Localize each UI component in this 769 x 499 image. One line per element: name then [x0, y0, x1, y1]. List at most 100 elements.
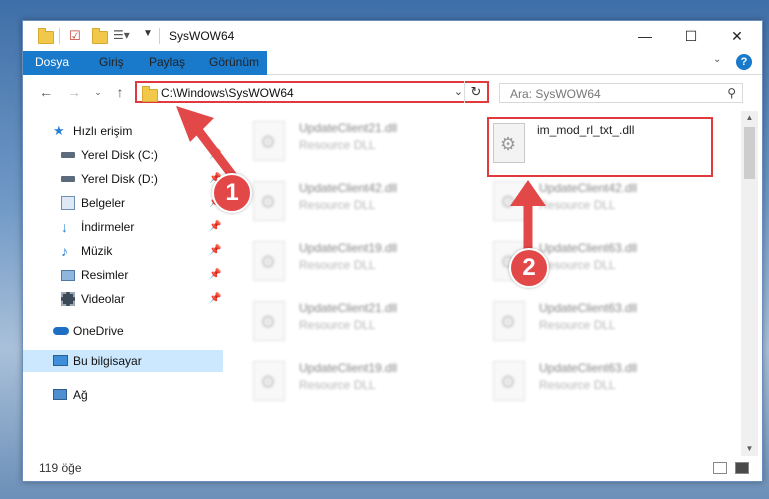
dll-file-icon — [253, 301, 285, 341]
nav-item-label: İndirmeler — [81, 220, 135, 234]
file-name: UpdateClient19.dll — [299, 361, 398, 375]
dll-file-icon — [253, 241, 285, 281]
nav-item-onedrive[interactable]: OneDrive — [23, 320, 223, 342]
target-file-item[interactable]: im_mod_rl_txt_.dll — [487, 117, 713, 177]
tab-share[interactable]: Paylaş — [139, 51, 195, 74]
search-placeholder: Ara: SysWOW64 — [510, 87, 601, 101]
scroll-up-icon[interactable]: ▲ — [741, 111, 758, 125]
large-icons-view-icon[interactable] — [735, 462, 749, 474]
file-type: Resource DLL — [299, 318, 376, 332]
file-name: UpdateClient19.dll — [299, 241, 398, 255]
title-bar: ☑ ☰▾ ▼ SysWOW64 — ☐ ✕ — [23, 21, 762, 51]
scroll-thumb[interactable] — [744, 127, 755, 179]
nav-item-downloads[interactable]: ↓ İndirmeler 📌 — [23, 216, 223, 238]
nav-item-label: OneDrive — [73, 324, 124, 338]
refresh-button[interactable]: ↻ — [464, 81, 487, 103]
file-name: UpdateClient21.dll — [299, 301, 398, 315]
close-button[interactable]: ✕ — [714, 21, 760, 51]
documents-icon — [61, 196, 75, 210]
nav-item-videos[interactable]: Videolar 📌 — [23, 288, 223, 310]
file-type: Resource DLL — [299, 198, 376, 212]
vertical-scrollbar[interactable]: ▲ ▼ — [741, 111, 758, 456]
file-type: Resource DLL — [539, 378, 616, 392]
scroll-down-icon[interactable]: ▼ — [741, 442, 758, 456]
file-list: UpdateClient21.dll Resource DLL UpdateCl… — [223, 111, 741, 456]
tab-home[interactable]: Giriş — [89, 51, 134, 74]
maximize-button[interactable]: ☐ — [668, 21, 714, 51]
back-button[interactable]: ← — [37, 83, 55, 101]
file-item[interactable]: UpdateClient42.dll Resource DLL — [247, 177, 467, 229]
step-badge-2: 2 — [509, 248, 549, 288]
network-icon — [53, 389, 67, 400]
address-row: ← → ⌄ ↑ C:\Windows\SysWOW64 ⌄ ↻ Ara: Sys… — [23, 75, 762, 111]
cloud-icon — [53, 327, 69, 335]
nav-item-pictures[interactable]: Resimler 📌 — [23, 264, 223, 286]
dll-file-icon — [493, 361, 525, 401]
nav-item-label: Yerel Disk (C:) — [81, 148, 158, 162]
help-icon[interactable]: ? — [736, 54, 752, 70]
nav-item-label: Yerel Disk (D:) — [81, 172, 158, 186]
nav-item-music[interactable]: ♪ Müzik 📌 — [23, 240, 223, 262]
explorer-window: ☑ ☰▾ ▼ SysWOW64 — ☐ ✕ Dosya Giriş Paylaş… — [22, 20, 763, 482]
step-badge-1: 1 — [212, 173, 252, 213]
nav-item-this-pc[interactable]: Bu bilgisayar — [23, 350, 223, 372]
dll-file-icon — [493, 123, 525, 163]
divider — [159, 28, 160, 44]
drive-icon — [61, 152, 75, 158]
nav-item-label: Videolar — [81, 292, 125, 306]
star-icon: ★ — [53, 123, 65, 138]
dll-file-icon — [253, 361, 285, 401]
search-input[interactable]: Ara: SysWOW64 ⚲ — [499, 83, 743, 103]
file-item[interactable]: UpdateClient21.dll Resource DLL — [247, 117, 467, 169]
videos-icon — [61, 292, 75, 306]
recent-locations-button[interactable]: ⌄ — [89, 83, 107, 101]
chevron-down-icon[interactable]: ▼ — [143, 28, 159, 44]
tab-view[interactable]: Görünüm — [199, 51, 269, 74]
nav-item-label: Hızlı erişim — [73, 124, 133, 138]
pin-icon[interactable]: 📌 — [209, 240, 221, 262]
nav-item-label: Bu bilgisayar — [73, 354, 142, 368]
item-count: 119 öğe — [39, 461, 82, 475]
file-item[interactable]: UpdateClient19.dll Resource DLL — [247, 357, 467, 409]
file-type: Resource DLL — [299, 378, 376, 392]
download-icon: ↓ — [61, 219, 68, 235]
pin-icon[interactable]: 📌 — [209, 216, 221, 238]
file-type: Resource DLL — [539, 318, 616, 332]
status-bar: 119 öğe — [23, 456, 762, 481]
divider — [59, 28, 60, 44]
file-item[interactable]: UpdateClient63.dll Resource DLL — [487, 357, 707, 409]
nav-item-network[interactable]: Ağ — [23, 384, 223, 406]
nav-item-label: Müzik — [81, 244, 113, 258]
folder-icon — [37, 28, 54, 44]
file-item[interactable]: UpdateClient19.dll Resource DLL — [247, 237, 467, 289]
file-type: Resource DLL — [299, 258, 376, 272]
customize-toolbar-icon[interactable]: ☰▾ — [113, 28, 130, 44]
chevron-down-icon[interactable]: ⌄ — [454, 85, 463, 98]
minimize-button[interactable]: — — [622, 21, 668, 51]
nav-item-label: Belgeler — [81, 196, 126, 210]
drive-icon — [61, 176, 75, 182]
new-folder-icon[interactable] — [91, 28, 108, 44]
window-title: SysWOW64 — [169, 29, 235, 43]
file-name: UpdateClient63.dll — [539, 361, 638, 375]
file-item[interactable]: UpdateClient63.dll Resource DLL — [487, 297, 707, 349]
music-icon: ♪ — [61, 243, 68, 259]
file-name: im_mod_rl_txt_.dll — [537, 123, 635, 137]
file-name: UpdateClient63.dll — [539, 301, 638, 315]
up-button[interactable]: ↑ — [111, 83, 129, 101]
dll-file-icon — [493, 301, 525, 341]
nav-item-label: Ağ — [73, 388, 88, 402]
nav-item-label: Resimler — [81, 268, 129, 282]
search-icon[interactable]: ⚲ — [727, 86, 736, 100]
folder-icon — [141, 86, 158, 102]
file-type: Resource DLL — [299, 138, 376, 152]
properties-icon[interactable]: ☑ — [69, 28, 85, 44]
details-view-icon[interactable] — [713, 462, 727, 474]
file-item[interactable]: UpdateClient21.dll Resource DLL — [247, 297, 467, 349]
address-path[interactable]: C:\Windows\SysWOW64 — [161, 86, 294, 100]
pin-icon[interactable]: 📌 — [209, 264, 221, 286]
pin-icon[interactable]: 📌 — [209, 288, 221, 310]
expand-ribbon-icon[interactable]: ⌄ — [713, 54, 729, 70]
forward-button[interactable]: → — [65, 83, 83, 101]
file-name: UpdateClient21.dll — [299, 121, 398, 135]
